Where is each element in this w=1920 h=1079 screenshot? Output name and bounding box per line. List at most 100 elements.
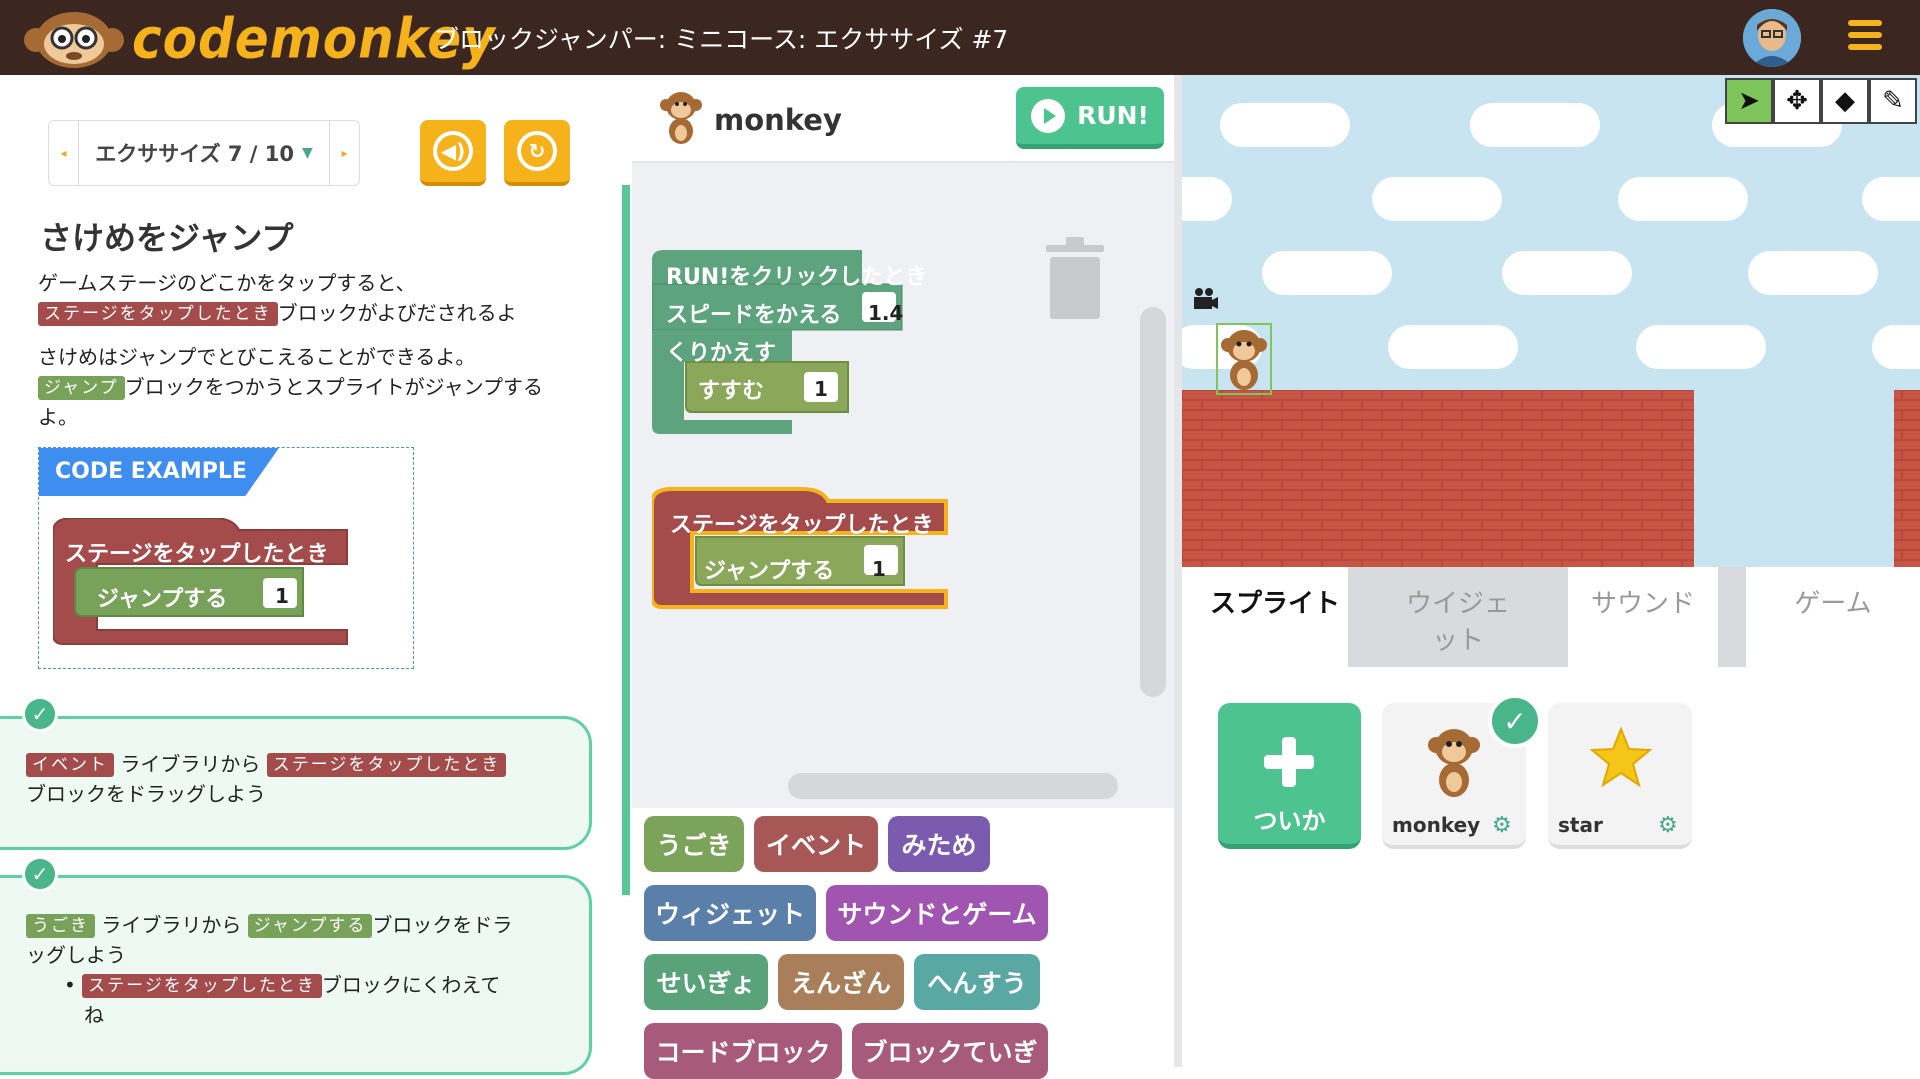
instruction-paragraph-2: さけめはジャンプでとびこえることができるよ。 ジャンプ ブロックをつかうとスプライ… (38, 342, 598, 432)
trash-icon[interactable] (1042, 235, 1108, 327)
code-example-banner: CODE EXAMPLE (39, 448, 279, 496)
exercise-navigator: ◂ エクササイズ 7 / 10 ▼ ▸ (48, 120, 360, 186)
selected-sprite-name: monkey (714, 103, 842, 137)
top-header: codemonkey ブロックジャンパー: ミニコース: エクササイズ #7 (0, 0, 1920, 75)
page-title: ブロックジャンパー: ミニコース: エクササイズ #7 (434, 25, 1009, 54)
reset-button[interactable]: ↻ (504, 120, 570, 186)
cloud (1862, 177, 1920, 221)
set-speed-label[interactable]: スピードをかえる (666, 297, 841, 329)
cloud (1372, 177, 1502, 221)
step-text: ッグしよう (26, 943, 126, 967)
category-variables-button[interactable]: へんすう (914, 954, 1040, 1010)
cloud (1636, 325, 1766, 369)
speed-value[interactable]: 1.4 (868, 301, 903, 325)
panel-divider[interactable] (1174, 75, 1182, 1067)
gear-icon[interactable]: ⚙ (1492, 813, 1512, 838)
step-label[interactable]: すすむ (698, 373, 764, 405)
block-tag: うごき (26, 914, 95, 938)
tab-separator (1718, 567, 1746, 667)
run-button[interactable]: RUN! (1016, 87, 1164, 149)
tab-sprites[interactable]: スプライト (1202, 567, 1348, 667)
step-text: ブロックをドラ (372, 913, 513, 937)
next-exercise-arrow-icon[interactable]: ▸ (329, 121, 359, 185)
category-operators-button[interactable]: えんざん (778, 954, 904, 1010)
user-avatar[interactable] (1743, 9, 1801, 67)
run-label: RUN! (1077, 101, 1149, 130)
cloud (1748, 251, 1878, 295)
step-text-1: イベント ライブラリから ステージをタップしたとき ブロックをドラッグしよう (26, 749, 571, 809)
sound-button[interactable]: ◀) (420, 120, 486, 186)
block-category-palette: うごき イベント みため ウィジェット サウンドとゲーム せいぎょ えんざん へ… (632, 808, 1174, 1079)
category-block-definitions-button[interactable]: ブロックていぎ (852, 1023, 1048, 1079)
tab-widgets[interactable]: ウイジェット (1348, 567, 1568, 667)
tab-widgets-label: ウイジェット (1405, 589, 1510, 656)
speaker-icon: ◀) (433, 131, 473, 171)
star-sprite-icon (1589, 726, 1653, 793)
move-icon[interactable]: ✥ (1773, 78, 1821, 124)
refresh-icon: ↻ (517, 131, 557, 171)
cloud (1220, 103, 1350, 147)
block-tag: ジャンプ (38, 376, 125, 400)
category-code-blocks-button[interactable]: コードブロック (644, 1023, 842, 1079)
category-looks-button[interactable]: みため (888, 816, 990, 872)
tab-game[interactable]: ゲーム (1746, 567, 1920, 667)
selected-check-icon: ✓ (1488, 694, 1542, 748)
tab-sound[interactable]: サウンド (1568, 567, 1718, 667)
category-widgets-button[interactable]: ウィジェット (644, 885, 816, 941)
step-complete-check-icon: ✓ (22, 856, 58, 892)
cloud (1388, 325, 1518, 369)
chevron-down-icon: ▼ (302, 145, 313, 161)
game-stage[interactable] (1182, 75, 1920, 567)
tap-hat-label[interactable]: ステージをタップしたとき (670, 507, 934, 539)
workspace-horizontal-scrollbar[interactable] (788, 773, 1118, 799)
exercise-label: エクササイズ 7 / 10 (95, 142, 295, 166)
jump-value[interactable]: 1 (872, 557, 886, 581)
block-tag: ステージをタップしたとき (266, 753, 507, 777)
instruction-text: よ。 (38, 405, 78, 429)
cloud (1262, 251, 1392, 295)
cursor-icon[interactable]: ➤ (1725, 78, 1773, 124)
instruction-text: ブロックをつかうとスプライトがジャンプする (124, 375, 544, 399)
step-card-2: うごき ライブラリから ジャンプする ブロックをドラ ッグしよう • ステージをタ… (0, 875, 592, 1075)
monkey-sprite-icon (1424, 723, 1484, 803)
add-sprite-button[interactable]: ついか (1218, 703, 1361, 849)
step-complete-check-icon: ✓ (22, 696, 58, 732)
exercise-select[interactable]: エクササイズ 7 / 10 ▼ (79, 138, 329, 168)
category-motion-button[interactable]: うごき (644, 816, 744, 872)
brick-platform (1182, 390, 1920, 567)
gear-icon[interactable]: ⚙ (1658, 813, 1678, 838)
category-events-button[interactable]: イベント (754, 816, 878, 872)
sprite-card-star[interactable]: star ⚙ (1548, 703, 1692, 849)
step-text: ライブラリから (120, 752, 261, 776)
hamburger-menu-icon[interactable] (1848, 20, 1882, 54)
prev-exercise-arrow-icon[interactable]: ◂ (49, 121, 79, 185)
monkey-sprite-icon (658, 89, 704, 151)
panel-divider[interactable] (622, 185, 630, 895)
jump-label[interactable]: ジャンプする (704, 553, 834, 585)
eraser-icon[interactable]: ◆ (1821, 78, 1869, 124)
instruction-paragraph-1: ゲームステージのどこかをタップすると、 ステージをタップしたとき ブロックがよびだ… (38, 268, 598, 328)
code-example-box: CODE EXAMPLE ステージをタップしたとき ジャンプする 1 (38, 447, 414, 669)
monkey-sprite[interactable] (1216, 323, 1272, 395)
code-workspace: monkey RUN! RUN!をクリックしたとき スピードをかえる 1.4 く… (632, 75, 1174, 1079)
workspace-vertical-scrollbar[interactable] (1140, 307, 1166, 697)
step-text: ね (84, 1003, 104, 1027)
camera-icon[interactable] (1192, 287, 1218, 315)
codemonkey-logo[interactable]: codemonkey (22, 7, 496, 71)
step-text: ブロックをドラッグしよう (26, 782, 266, 806)
example-hat-label: ステージをタップしたとき (65, 542, 329, 567)
step-text: ブロックにくわえて (321, 973, 501, 997)
block-tag: ステージをタップしたとき (38, 302, 278, 326)
monkey-logo-icon (22, 8, 126, 70)
block-tag: イベント (26, 753, 114, 777)
exercise-heading: さけめをジャンプ (40, 219, 294, 257)
repeat-label[interactable]: くりかえす (666, 335, 776, 367)
sprite-name-label: monkey (1392, 813, 1481, 837)
step-value[interactable]: 1 (814, 377, 828, 401)
category-control-button[interactable]: せいぎょ (644, 954, 768, 1010)
block-tag: ステージをタップしたとき (82, 974, 322, 998)
run-hat-label[interactable]: RUN!をクリックしたとき (666, 259, 927, 291)
instructions-panel: ◂ エクササイズ 7 / 10 ▼ ▸ ◀) ↻ さけめをジャンプ ゲームステー… (0, 75, 622, 1075)
category-sound-game-button[interactable]: サウンドとゲーム (826, 885, 1048, 941)
pen-icon[interactable]: ✎ (1869, 78, 1917, 124)
